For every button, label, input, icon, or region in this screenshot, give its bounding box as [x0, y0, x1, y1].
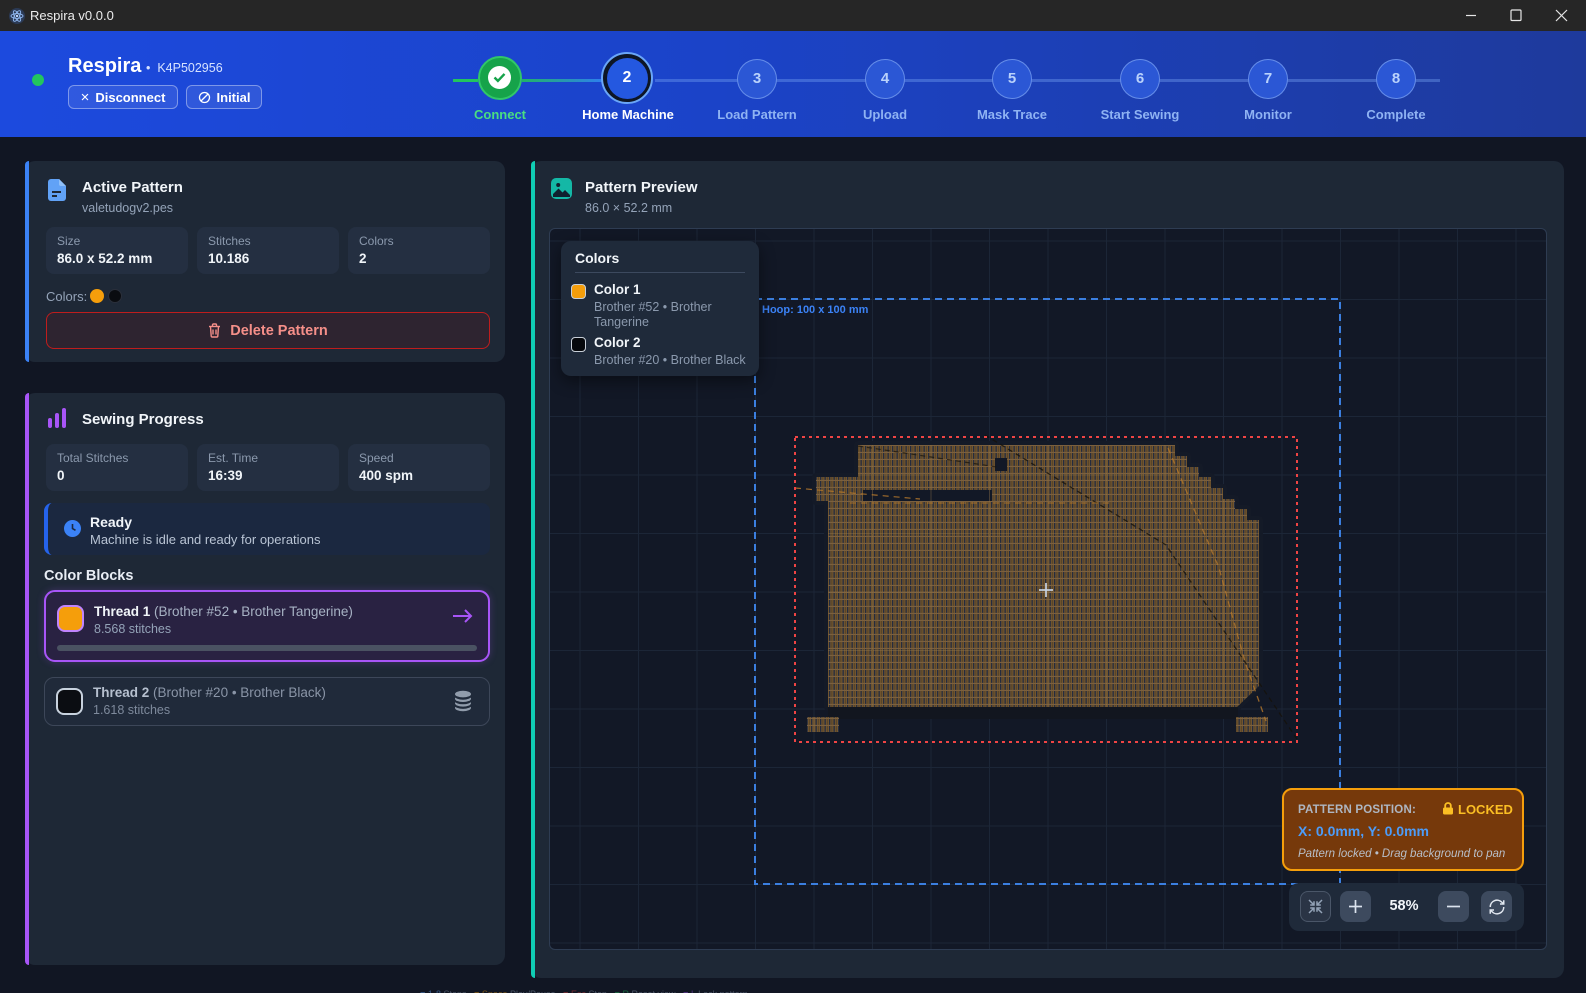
- svg-text:Hoop: 100 x 100 mm: Hoop: 100 x 100 mm: [762, 304, 869, 316]
